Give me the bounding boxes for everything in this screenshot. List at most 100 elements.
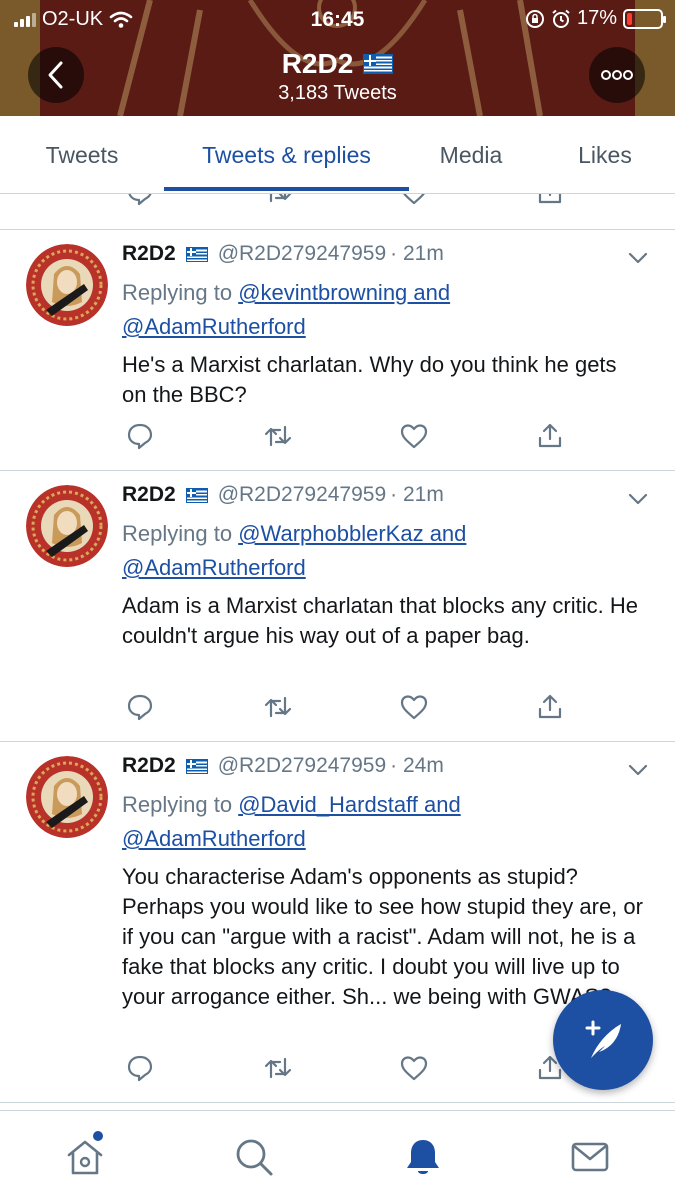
tweet-count: 3,183 Tweets xyxy=(278,82,397,104)
greece-flag-icon xyxy=(185,487,208,503)
tab-tweets-and-replies[interactable]: Tweets & replies xyxy=(164,116,409,194)
greece-flag-icon xyxy=(363,54,394,74)
avatar-image xyxy=(26,485,108,567)
more-button[interactable] xyxy=(589,47,645,103)
author-handle[interactable]: @R2D279247959 xyxy=(218,754,386,778)
orientation-lock-icon xyxy=(525,9,544,28)
share-icon xyxy=(538,423,562,448)
share-button[interactable] xyxy=(532,194,568,210)
avatar[interactable] xyxy=(26,485,108,567)
heart-icon xyxy=(400,695,428,720)
heart-icon xyxy=(400,1056,428,1081)
profile-header: O2-UK 16:45 17% R2D2 3,183 Tweets xyxy=(0,0,675,116)
avatar[interactable] xyxy=(26,756,108,838)
tweet-text: You characterise Adam's opponents as stu… xyxy=(122,864,643,1009)
compose-feather-icon xyxy=(585,1020,621,1058)
reply-icon xyxy=(127,423,153,450)
share-icon xyxy=(538,194,562,204)
reply-button[interactable] xyxy=(122,1050,158,1086)
bottom-navigation xyxy=(0,1110,675,1200)
mention-link[interactable]: @WarphobblerKaz and xyxy=(238,521,466,546)
reply-icon xyxy=(127,1055,153,1082)
tweet-text: He's a Marxist charlatan. Why do you thi… xyxy=(122,352,617,407)
messages-icon[interactable] xyxy=(568,1135,612,1179)
battery-percent: 17% xyxy=(576,7,617,29)
tweet-time: · 21m xyxy=(390,483,444,506)
chevron-down-icon[interactable] xyxy=(626,487,650,511)
heart-icon xyxy=(400,424,428,449)
share-button[interactable] xyxy=(532,418,568,454)
share-button[interactable] xyxy=(532,689,568,725)
mention-link[interactable]: @AdamRutherford xyxy=(122,314,306,339)
tweet-header: R2D2 @R2D279247959 · 21m xyxy=(122,242,444,266)
home-notification-dot xyxy=(93,1131,103,1141)
reply-button[interactable] xyxy=(122,194,158,210)
tweet-actions xyxy=(122,418,592,458)
replying-to-label: Replying to xyxy=(122,280,233,305)
tweet-divider xyxy=(0,1102,675,1103)
tweet[interactable]: R2D2 @R2D279247959 · 21m Replying to @ke… xyxy=(0,230,675,470)
active-tab-indicator xyxy=(164,187,409,191)
mention-link[interactable]: @AdamRutherford xyxy=(122,826,306,851)
tab-media[interactable]: Media xyxy=(420,116,522,194)
alarm-icon xyxy=(552,9,570,28)
chevron-down-icon[interactable] xyxy=(626,246,650,270)
avatar-image xyxy=(26,244,108,326)
tweet-time: · 24m xyxy=(390,754,444,777)
status-right: 17% xyxy=(525,7,666,30)
profile-name: R2D2 xyxy=(281,48,354,79)
tweet[interactable]: R2D2 @R2D279247959 · 21m Replying to @Wa… xyxy=(0,471,675,741)
retweet-button[interactable] xyxy=(260,689,296,725)
avatar[interactable] xyxy=(26,244,108,326)
tweet-feed[interactable]: R2D2 @R2D279247959 · 21m Replying to @ke… xyxy=(0,194,675,1110)
replying-to: Replying to @WarphobblerKaz and @AdamRut… xyxy=(122,517,542,585)
tweet-header: R2D2 @R2D279247959 · 24m xyxy=(122,754,444,778)
author-name[interactable]: R2D2 xyxy=(122,242,176,266)
retweet-icon xyxy=(269,194,292,203)
author-handle[interactable]: @R2D279247959 xyxy=(218,242,386,266)
author-name[interactable]: R2D2 xyxy=(122,483,176,507)
tweet-header: R2D2 @R2D279247959 · 21m xyxy=(122,483,444,507)
chevron-down-icon[interactable] xyxy=(626,758,650,782)
profile-title: R2D2 3,183 Tweets xyxy=(0,48,675,105)
tweet-text: Adam is a Marxist charlatan that blocks … xyxy=(122,593,638,648)
reply-button[interactable] xyxy=(122,689,158,725)
like-button[interactable] xyxy=(396,418,432,454)
retweet-button[interactable] xyxy=(260,418,296,454)
tweet-actions xyxy=(122,1050,592,1090)
heart-icon xyxy=(403,194,425,205)
author-handle[interactable]: @R2D279247959 xyxy=(218,483,386,507)
like-button[interactable] xyxy=(396,1050,432,1086)
tab-tweets[interactable]: Tweets xyxy=(12,116,152,194)
tab-likes[interactable]: Likes xyxy=(548,116,662,194)
reply-icon xyxy=(127,694,153,721)
compose-tweet-button[interactable] xyxy=(553,990,653,1090)
avatar-image xyxy=(26,756,108,838)
replying-to-label: Replying to xyxy=(122,792,233,817)
battery-icon xyxy=(623,8,666,29)
mention-link[interactable]: @David_Hardstaff and xyxy=(238,792,461,817)
retweet-icon xyxy=(264,1057,292,1079)
tweet-actions xyxy=(122,689,592,729)
mention-link[interactable]: @kevintbrowning and xyxy=(238,280,450,305)
home-icon[interactable] xyxy=(63,1135,107,1179)
status-bar: O2-UK 16:45 17% xyxy=(0,6,675,32)
notifications-icon[interactable] xyxy=(401,1135,445,1179)
like-button[interactable] xyxy=(396,194,432,210)
reply-icon xyxy=(128,194,152,206)
search-icon[interactable] xyxy=(232,1135,276,1179)
like-button[interactable] xyxy=(396,689,432,725)
replying-to: Replying to @David_Hardstaff and @AdamRu… xyxy=(122,788,542,856)
greece-flag-icon xyxy=(185,758,208,774)
retweet-button[interactable] xyxy=(260,194,296,210)
previous-tweet-actions xyxy=(122,194,592,214)
mention-link[interactable]: @AdamRutherford xyxy=(122,555,306,580)
reply-button[interactable] xyxy=(122,418,158,454)
replying-to: Replying to @kevintbrowning and @AdamRut… xyxy=(122,276,542,344)
author-name[interactable]: R2D2 xyxy=(122,754,176,778)
profile-tabs: Tweets Tweets & replies Media Likes xyxy=(0,116,675,194)
greece-flag-icon xyxy=(185,246,208,262)
share-icon xyxy=(538,694,562,719)
retweet-button[interactable] xyxy=(260,1050,296,1086)
retweet-icon xyxy=(264,425,292,447)
